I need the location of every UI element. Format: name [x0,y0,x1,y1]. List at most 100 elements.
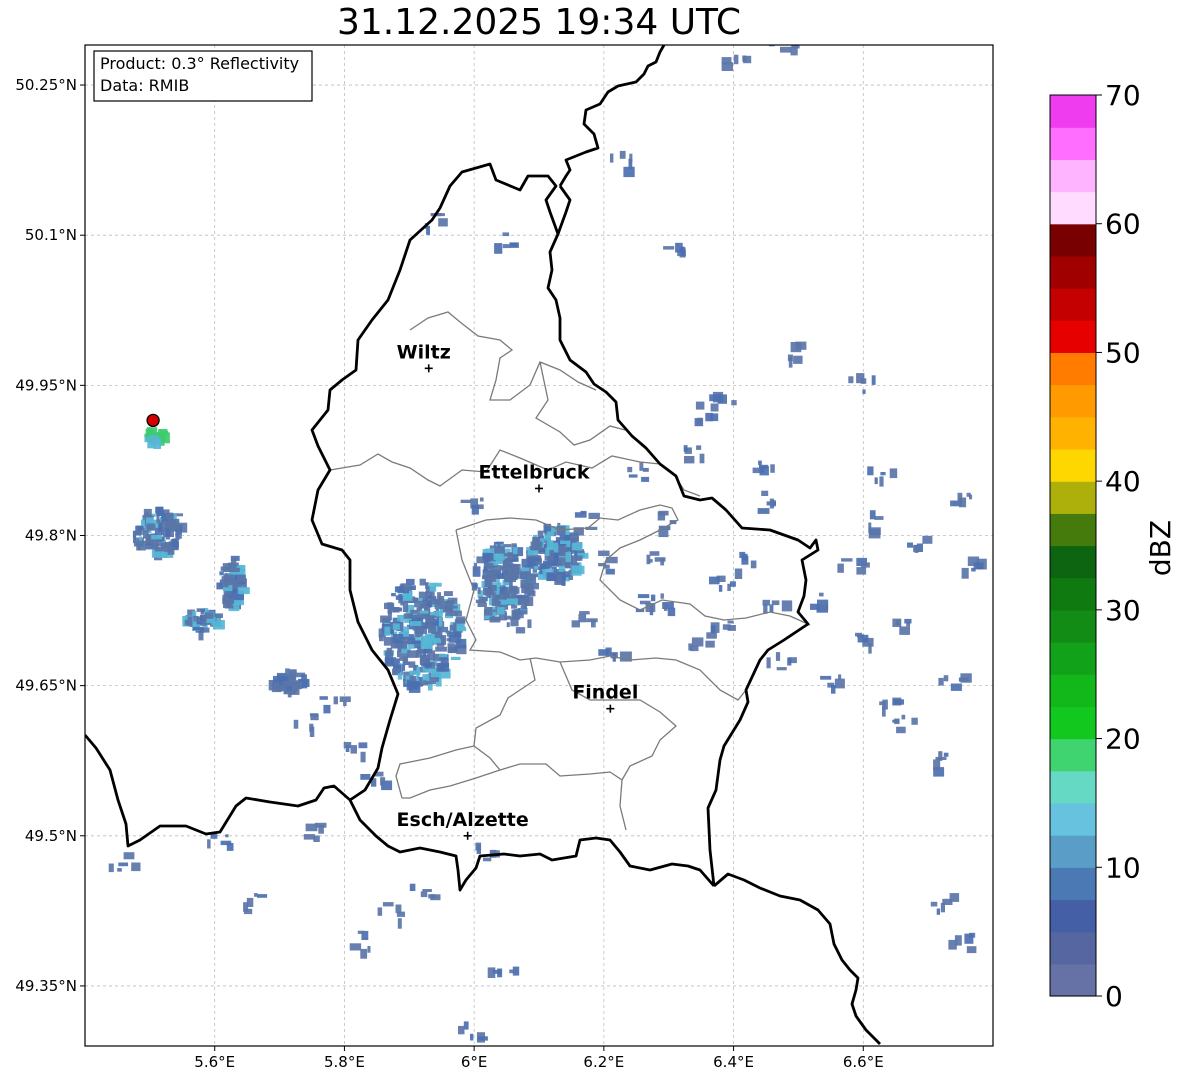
echo-pixel [690,645,699,652]
echo-pixel [420,891,428,898]
colorbar-segment [1050,255,1096,289]
echo-pixel [511,564,519,572]
echo-pixel [705,412,713,422]
echo-pixel [108,863,114,873]
echo-pixel [425,585,430,593]
echo-pixel [543,560,550,568]
echo-pixel [257,894,268,898]
echo-pixel [561,575,566,586]
echo-pixel [509,969,518,974]
echo-pixel [629,153,633,163]
echo-pixel [479,497,484,502]
echo-pixel [231,558,237,569]
colorbar-segment [1050,706,1096,740]
echo-pixel [546,572,557,581]
country-border [85,45,881,1045]
echo-pixel [403,626,409,637]
echo-pixel [841,558,853,562]
echo-pixel [427,650,436,661]
echo-pixel [449,605,458,609]
echo-pixel [407,614,419,619]
echo-pixel [860,562,870,568]
echo-pixel [933,759,941,770]
echo-pixel [565,552,571,563]
echo-pixel [770,464,775,473]
echo-pixel [131,862,141,872]
colorbar-segment [1050,931,1096,965]
city-label: Esch/Alzette [397,809,529,831]
echo-pixel [343,742,352,749]
echo-pixel [718,585,723,592]
echo-pixel [422,680,426,684]
lon-tick-label: 6.2°E [583,1053,624,1071]
echo-pixel [871,375,876,385]
echo-pixel [447,599,454,605]
echo-pixel [710,625,716,634]
colorbar-segment [1050,738,1096,772]
colorbar-segment [1050,545,1096,579]
axis-ticks: 50.25°N 50.1°N 49.95°N 49.8°N 49.65°N 49.5°N 4… [15,76,883,1071]
echo-pixel [520,580,528,589]
lon-tick-label: 6.4°E [713,1053,754,1071]
echo-pixel [769,604,774,613]
echo-pixel [628,474,638,478]
echo-pixel [660,558,665,566]
echo-pixel [231,567,240,572]
echo-pixel [333,696,338,705]
echo-pixel [136,532,141,536]
echo-pixel [820,675,832,680]
echo-pixel [790,342,802,353]
echo-pixel [860,378,867,384]
echo-pixel [200,609,204,615]
echo-pixel [503,553,514,557]
echo-pixel [397,615,405,622]
echo-pixel [948,939,957,950]
echo-pixel [819,592,824,597]
city-label: Wiltz [397,341,451,363]
echo-pixel [560,540,571,544]
radar-site-marker [146,413,160,428]
echo-pixel [380,615,390,623]
echo-pixel [936,908,940,915]
echo-pixel [458,1025,465,1035]
echo-pixel [869,510,876,520]
echo-pixel [868,642,872,654]
echo-pixel [227,576,234,581]
echo-pixel [402,601,409,612]
echo-pixel [164,542,173,552]
echo-pixel [775,652,781,661]
echo-pixel [117,868,122,872]
echo-pixel [291,681,302,689]
echo-pixel [973,562,984,570]
echo-pixel [530,557,540,561]
echo-pixel [418,600,427,609]
echo-pixel [642,467,649,472]
echo-pixel [193,626,204,631]
colorbar-tick-label: 0 [1105,980,1123,1013]
colorbar-segment [1050,642,1096,675]
echo-pixel [447,643,455,653]
lat-tick-label: 49.65°N [15,677,77,695]
echo-pixel [896,726,906,734]
colorbar-segment [1050,867,1096,901]
echo-pixel [867,466,874,476]
echo-pixel [831,685,836,694]
echo-pixel [434,582,442,587]
echo-pixel [319,696,328,700]
echo-pixel [874,516,884,520]
echo-pixel [432,618,439,626]
echo-pixel [144,512,149,516]
colorbar-tick-label: 50 [1105,336,1141,369]
colorbar-segment [1050,320,1096,354]
echo-pixel [784,31,790,36]
echo-pixel [528,590,536,597]
city-label: Ettelbruck [479,461,590,483]
colorbar-tick-label: 30 [1105,594,1141,627]
echo-pixel [293,719,299,729]
echo-pixel [733,54,739,65]
echo-pixel [623,166,635,178]
colorbar-segment [1050,481,1096,514]
echo-pixel [834,678,845,689]
echo-pixel [695,401,705,410]
lat-tick-label: 49.5°N [25,827,77,845]
